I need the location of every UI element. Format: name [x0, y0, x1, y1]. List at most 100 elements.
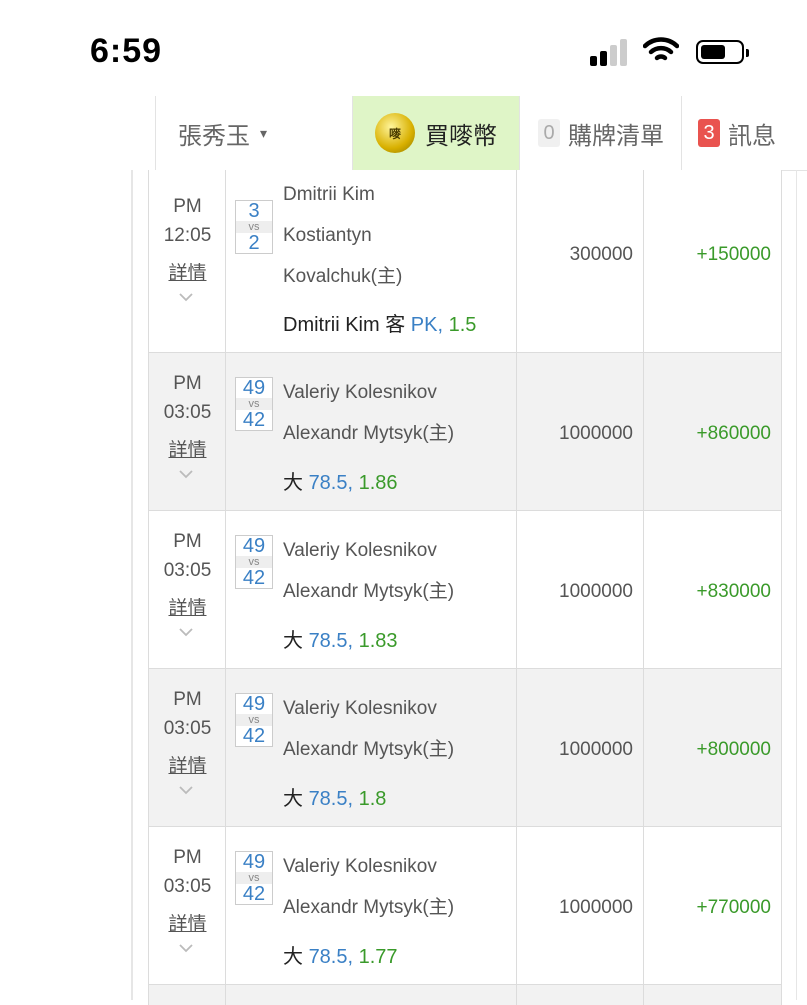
winnings: +770000	[696, 897, 772, 918]
match-cell: 49 vs 42 Valeriy Kolesnikov Alexandr Myt…	[225, 511, 516, 668]
amount-cell: 1000000	[516, 669, 643, 826]
bet-slip-count-badge: 0	[538, 119, 560, 147]
bet-amount: 300000	[569, 244, 633, 265]
chevron-down-icon[interactable]	[177, 781, 195, 799]
bet-selection: 大 78.5, 1.83	[283, 624, 398, 653]
bet-odds: 1.83	[353, 630, 398, 652]
amount-cell: 300000	[516, 170, 643, 352]
winnings-cell: +770000	[643, 827, 782, 984]
score-box: 49 vs 42	[235, 535, 273, 589]
score-box: 49 vs 42	[235, 693, 273, 747]
chevron-down-icon[interactable]	[177, 623, 195, 641]
time-value: 03:05	[163, 718, 212, 739]
score-home: 2	[248, 232, 260, 254]
time-value: 03:05	[163, 876, 212, 897]
time-ampm: PM	[173, 847, 202, 868]
score-away: 49	[242, 851, 266, 873]
bet-amount: 1000000	[559, 897, 633, 918]
winnings-cell	[643, 985, 782, 1005]
score-box: 49 vs 42	[235, 851, 273, 905]
bet-amount: 1000000	[559, 423, 633, 444]
team-line: Kostiantyn	[283, 225, 372, 246]
wifi-icon	[643, 37, 679, 61]
bet-pick: 大	[283, 788, 309, 810]
team-names: Valeriy Kolesnikov Alexandr Mytsyk(主)	[283, 372, 454, 454]
match-cell: 3 vs 2 Dmitrii Kim Kostiantyn Kovalchuk(…	[225, 170, 516, 352]
time-value: 03:05	[163, 560, 212, 581]
team-line: Kovalchuk(主)	[283, 266, 403, 287]
table-row: PM 03:05 詳情 49 vs 42 Valeriy Kolesnikov …	[148, 511, 782, 669]
winnings: +800000	[696, 739, 772, 760]
time-cell	[148, 985, 225, 1005]
bet-pick: 大	[283, 946, 309, 968]
time-ampm: PM	[173, 373, 202, 394]
score-box: 49 vs 42	[235, 377, 273, 431]
score-home: 42	[242, 409, 266, 431]
bet-line: PK,	[410, 314, 444, 336]
bet-slip-button[interactable]: 0 購牌清單	[519, 96, 681, 170]
winnings-cell: +800000	[643, 669, 782, 826]
bet-pick: Dmitrii Kim 客	[283, 314, 411, 336]
table-row	[148, 985, 782, 1005]
bet-pick: 大	[283, 630, 309, 652]
details-link[interactable]: 詳情	[149, 258, 226, 285]
bet-slip-label: 購牌清單	[568, 122, 664, 150]
bet-selection: 大 78.5, 1.77	[283, 940, 398, 969]
details-link[interactable]: 詳情	[149, 909, 226, 936]
time-ampm: PM	[173, 196, 202, 217]
amount-cell: 1000000	[516, 827, 643, 984]
messages-label: 訊息	[728, 122, 776, 150]
winnings-cell: +830000	[643, 511, 782, 668]
caret-down-icon: ▾	[260, 124, 268, 141]
bet-selection: 大 78.5, 1.8	[283, 782, 386, 811]
team-line: Alexandr Mytsyk(主)	[283, 423, 455, 444]
right-divider	[796, 170, 797, 1000]
bet-selection: 大 78.5, 1.86	[283, 466, 398, 495]
time-cell: PM 03:05 詳情	[148, 669, 225, 826]
details-link[interactable]: 詳情	[149, 593, 226, 620]
bet-line: 78.5,	[308, 630, 354, 652]
chevron-down-icon[interactable]	[177, 939, 195, 957]
score-home: 42	[242, 567, 266, 589]
team-names: Valeriy Kolesnikov Alexandr Mytsyk(主)	[283, 688, 454, 770]
team-line: Valeriy Kolesnikov	[283, 698, 437, 719]
amount-cell: 1000000	[516, 511, 643, 668]
score-home: 42	[242, 883, 266, 905]
table-row: PM 12:05 詳情 3 vs 2 Dmitrii Kim Kostianty…	[148, 170, 782, 353]
bet-line: 78.5,	[308, 788, 354, 810]
team-names: Valeriy Kolesnikov Alexandr Mytsyk(主)	[283, 846, 454, 928]
cellular-signal-icon	[590, 38, 630, 66]
details-link[interactable]: 詳情	[149, 751, 226, 778]
sidebar-divider	[131, 170, 133, 1000]
team-line: Valeriy Kolesnikov	[283, 540, 437, 561]
table-row: PM 03:05 詳情 49 vs 42 Valeriy Kolesnikov …	[148, 669, 782, 827]
chevron-down-icon[interactable]	[177, 288, 195, 306]
bet-amount: 1000000	[559, 739, 633, 760]
messages-button[interactable]: 3 訊息	[681, 96, 807, 170]
bet-line: 78.5,	[308, 472, 354, 494]
chevron-down-icon[interactable]	[177, 465, 195, 483]
details-link[interactable]: 詳情	[149, 435, 226, 462]
time-ampm: PM	[173, 531, 202, 552]
bet-selection: Dmitrii Kim 客 PK, 1.5	[283, 308, 476, 337]
bet-odds: 1.8	[353, 788, 387, 810]
time-cell: PM 12:05 詳情	[148, 170, 225, 352]
team-line: Valeriy Kolesnikov	[283, 856, 437, 877]
winnings: +830000	[696, 581, 772, 602]
score-away: 49	[242, 535, 266, 557]
match-cell	[225, 985, 516, 1005]
team-line: Alexandr Mytsyk(主)	[283, 897, 455, 918]
buy-coins-button[interactable]: 嘜 買嘜幣	[352, 96, 519, 170]
score-away: 3	[248, 200, 260, 222]
winnings-cell: +860000	[643, 353, 782, 510]
bet-amount: 1000000	[559, 581, 633, 602]
coin-icon: 嘜	[375, 113, 415, 153]
bet-line: 78.5,	[308, 946, 354, 968]
score-away: 49	[242, 693, 266, 715]
time-value: 03:05	[163, 402, 212, 423]
time-cell: PM 03:05 詳情	[148, 511, 225, 668]
time-ampm: PM	[173, 689, 202, 710]
user-menu-dropdown[interactable]: 張秀玉 ▾	[155, 96, 352, 170]
winnings-cell: +150000	[643, 170, 782, 352]
messages-count-badge: 3	[698, 119, 720, 147]
